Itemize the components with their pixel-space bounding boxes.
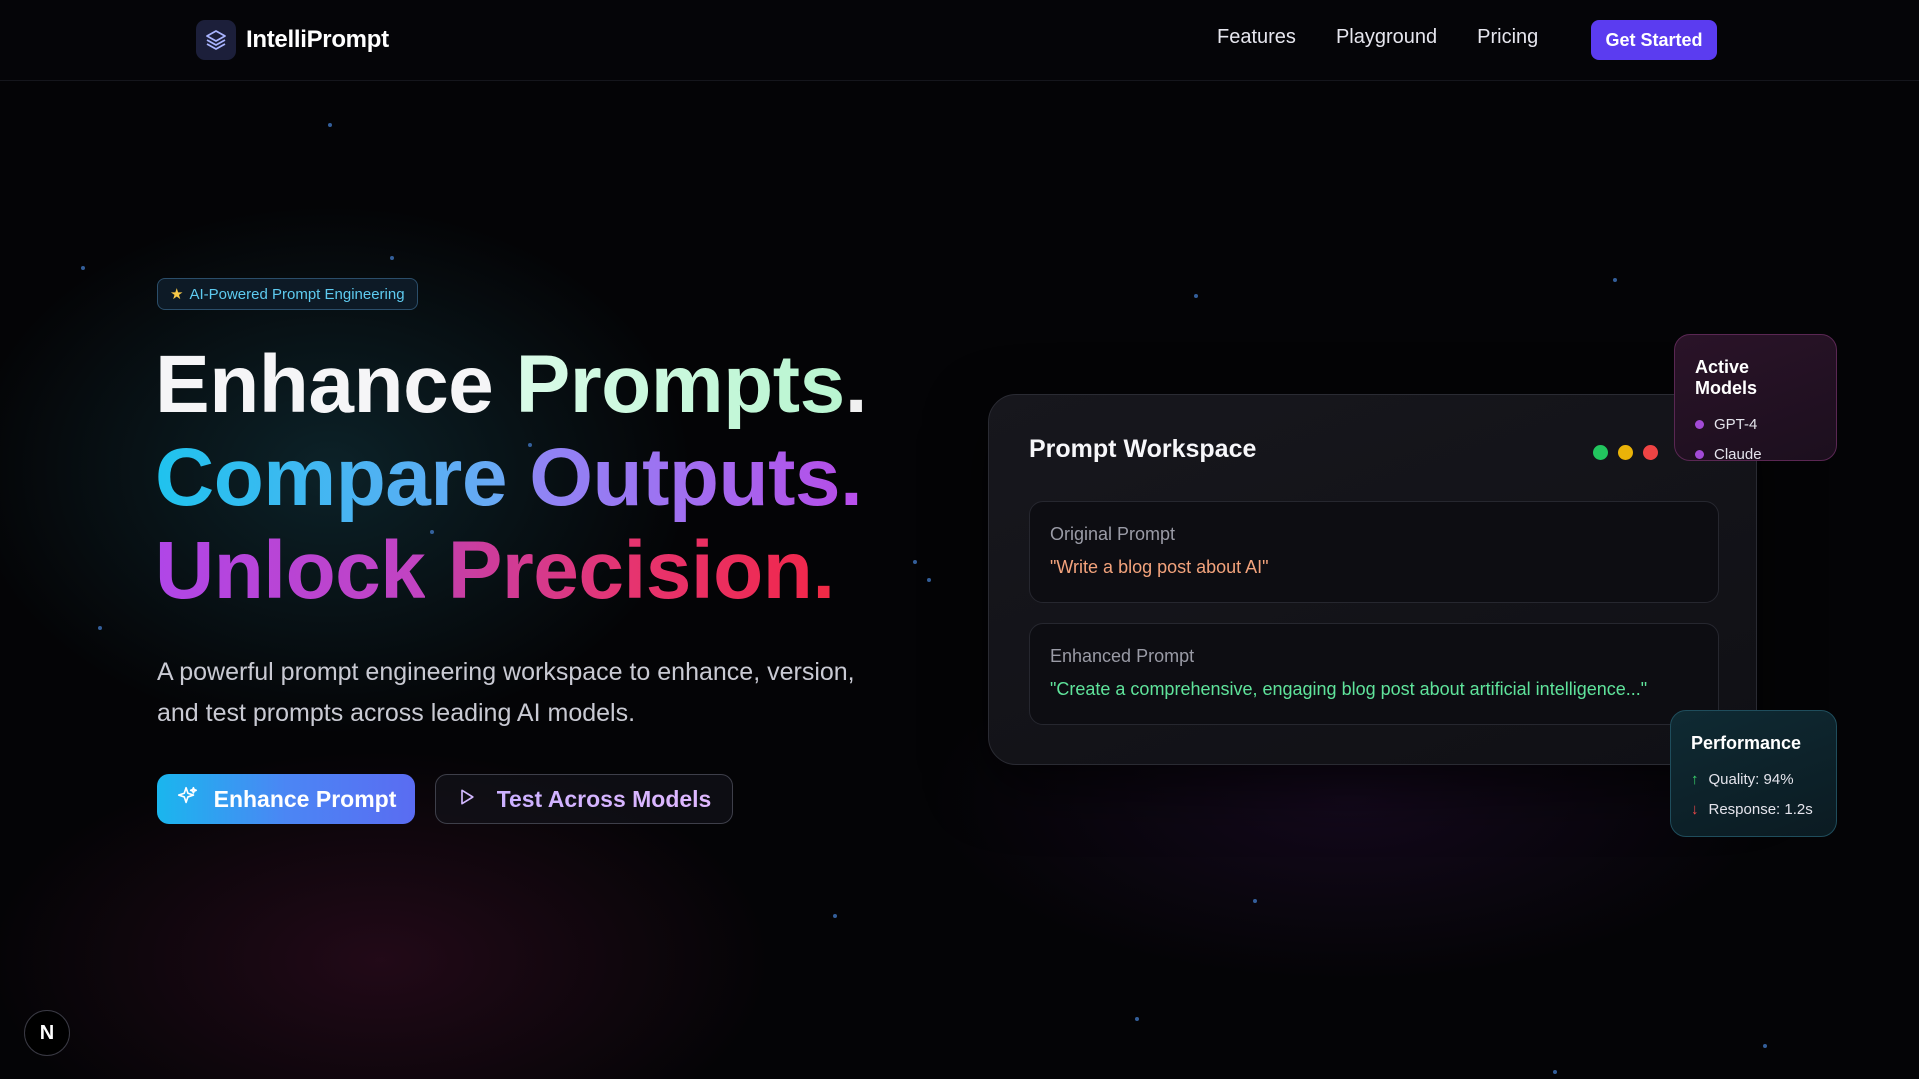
- headline-word: Prompts: [515, 339, 846, 430]
- bullet-icon: [1695, 419, 1704, 429]
- quality-value: Quality: 94%: [1708, 770, 1794, 788]
- n-logo-icon[interactable]: N: [24, 1010, 70, 1056]
- brand-name: IntelliPrompt: [246, 26, 389, 53]
- headline-line-2: Compare Outputs.: [155, 431, 867, 524]
- headline-word: Enhance: [155, 339, 494, 430]
- hero-description-line-2: and test prompts across leading AI model…: [157, 699, 636, 727]
- enhance-prompt-label: Enhance Prompt: [213, 785, 397, 812]
- performance-card: Performance ↑ Quality: 94% ↓ Response: 1…: [1670, 710, 1837, 837]
- active-models-card: Active Models GPT-4 Claude: [1674, 334, 1837, 463]
- headline-word: Unlock: [155, 525, 426, 616]
- model-item: Claude: [1695, 439, 1816, 469]
- enhanced-prompt-box[interactable]: Enhanced Prompt "Create a comprehensive,…: [1029, 623, 1719, 725]
- headline-line-1: Enhance Prompts.: [155, 338, 867, 431]
- bullet-icon: [1695, 449, 1704, 459]
- active-models-title: Active Models: [1695, 357, 1758, 398]
- brand[interactable]: IntelliPrompt: [196, 20, 389, 60]
- star-dot: [390, 256, 394, 260]
- response-value: Response: 1.2s: [1708, 800, 1813, 818]
- green-dot-icon: [1593, 445, 1608, 460]
- star-dot: [98, 626, 102, 630]
- get-started-button[interactable]: Get Started: [1591, 20, 1717, 60]
- arrow-down-icon: ↓: [1691, 800, 1699, 818]
- sparkle-icon: [176, 785, 198, 813]
- original-prompt-text: "Write a blog post about AI": [1050, 557, 1269, 577]
- enhanced-prompt-label: Enhanced Prompt: [1050, 646, 1195, 666]
- nav-link-playground[interactable]: Playground: [1336, 26, 1437, 49]
- hero-description: A powerful prompt engineering workspace …: [157, 652, 937, 734]
- prompt-workspace-card: Prompt Workspace Original Prompt "Write …: [988, 394, 1757, 765]
- metric-response: ↓ Response: 1.2s: [1691, 794, 1816, 824]
- star-dot: [1613, 278, 1617, 282]
- play-icon: [457, 786, 477, 813]
- model-name: Claude: [1714, 445, 1762, 463]
- headline-dot: .: [812, 525, 835, 616]
- star-dot: [328, 123, 332, 127]
- metric-quality: ↑ Quality: 94%: [1691, 764, 1816, 794]
- headline-line-3: Unlock Precision.: [155, 524, 867, 617]
- red-dot-icon: [1643, 445, 1658, 460]
- hero-description-line-1: A powerful prompt engineering workspace …: [157, 658, 855, 686]
- star-dot: [81, 266, 85, 270]
- star-dot: [1553, 1070, 1557, 1074]
- window-dots: [1593, 445, 1658, 460]
- layers-logo-icon: [196, 20, 236, 60]
- enhanced-prompt-text: "Create a comprehensive, engaging blog p…: [1050, 679, 1648, 699]
- hero-badge-text: AI-Powered Prompt Engineering: [189, 285, 405, 303]
- headline-word: Outputs: [529, 432, 841, 523]
- nav-link-features[interactable]: Features: [1217, 26, 1296, 49]
- model-name: GPT-4: [1714, 415, 1758, 433]
- hero-badge: ★ AI-Powered Prompt Engineering: [157, 278, 418, 310]
- star-dot: [1135, 1017, 1139, 1021]
- performance-title: Performance: [1691, 733, 1802, 753]
- yellow-dot-icon: [1618, 445, 1633, 460]
- original-prompt-box[interactable]: Original Prompt "Write a blog post about…: [1029, 501, 1719, 603]
- star-dot: [913, 560, 917, 564]
- star-icon: ★: [170, 286, 184, 303]
- star-dot: [1763, 1044, 1767, 1048]
- star-dot: [1194, 294, 1198, 298]
- nav-links: Features Playground Pricing: [1217, 26, 1538, 49]
- star-dot: [1253, 899, 1257, 903]
- landing-page: IntelliPrompt Features Playground Pricin…: [0, 0, 1919, 1079]
- star-dot: [833, 914, 837, 918]
- headline-word: Precision: [447, 525, 813, 616]
- top-navbar: IntelliPrompt Features Playground Pricin…: [0, 0, 1919, 81]
- workspace-title: Prompt Workspace: [1029, 435, 1257, 463]
- test-across-models-label: Test Across Models: [496, 785, 712, 812]
- headline-dot: .: [844, 339, 868, 430]
- enhance-prompt-button[interactable]: Enhance Prompt: [157, 774, 415, 824]
- star-dot: [927, 578, 931, 582]
- nav-link-pricing[interactable]: Pricing: [1477, 26, 1538, 49]
- model-item: GPT-4: [1695, 409, 1816, 439]
- hero-headline: Enhance Prompts. Compare Outputs. Unlock…: [155, 338, 867, 617]
- test-across-models-button[interactable]: Test Across Models: [435, 774, 733, 824]
- arrow-up-icon: ↑: [1691, 770, 1699, 788]
- headline-dot: .: [840, 432, 863, 523]
- headline-word: Compare: [155, 432, 507, 523]
- original-prompt-label: Original Prompt: [1050, 524, 1176, 544]
